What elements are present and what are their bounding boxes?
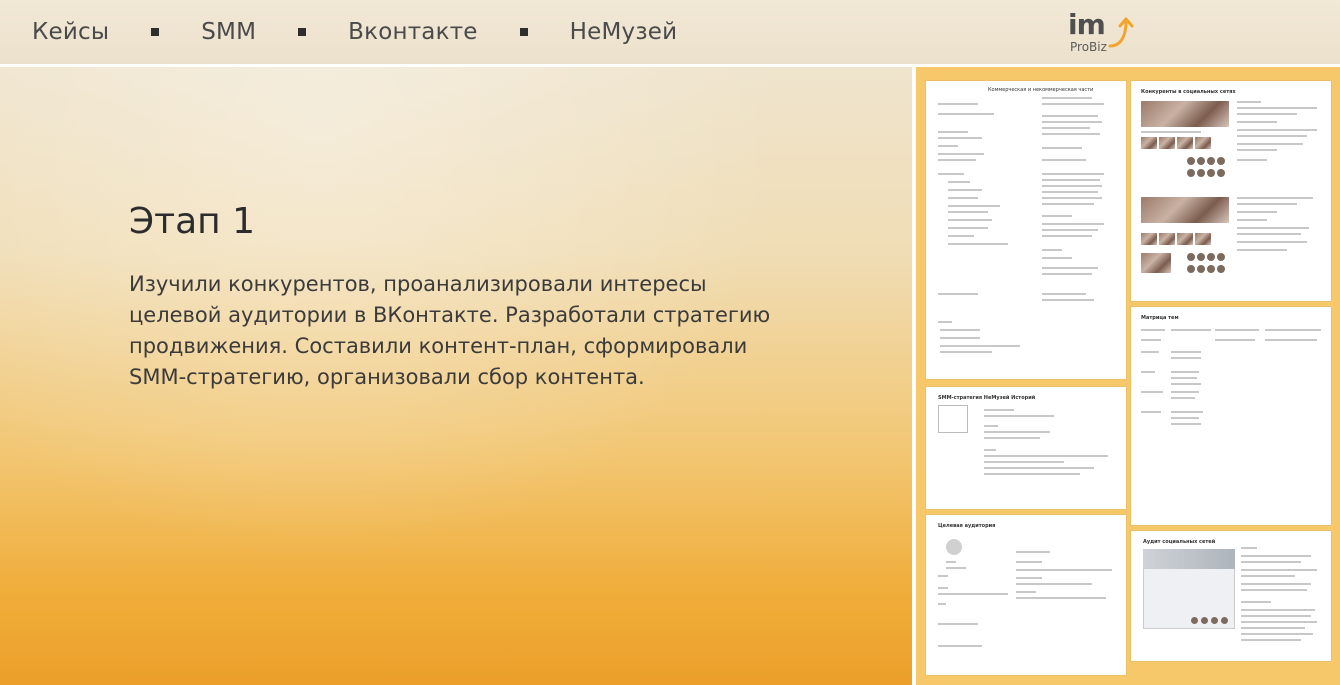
breadcrumb-item-nemuzey[interactable]: НеМузей	[570, 19, 678, 45]
breadcrumb-separator-icon	[151, 28, 160, 36]
stage-description: Изучили конкурентов, проанализировали ин…	[129, 272, 771, 389]
doc-heading: Аудит социальных сетей	[1143, 539, 1216, 545]
doc-thumbnail-target-audience[interactable]: Целевая аудитория	[926, 515, 1126, 675]
doc-heading: Конкуренты в социальных сетях	[1141, 89, 1236, 95]
breadcrumb-separator-icon	[519, 28, 528, 36]
breadcrumb-item-cases[interactable]: Кейсы	[32, 19, 109, 45]
breadcrumb-separator-icon	[298, 28, 307, 36]
doc-thumbnail-topic-matrix[interactable]: Матрица тем	[1131, 307, 1331, 525]
growth-arrow-icon	[1108, 17, 1134, 48]
doc-thumbnail-social-audit[interactable]: Аудит социальных сетей	[1131, 531, 1331, 661]
stage-description-panel: Этап 1 Изучили конкурентов, проанализиро…	[0, 67, 912, 685]
probiz-logo[interactable]: im ProBiz	[1066, 8, 1136, 56]
breadcrumb-item-vkontakte[interactable]: Вконтакте	[348, 19, 478, 45]
doc-thumbnail-commercial-parts[interactable]: Коммерческая и некоммерческая части	[926, 81, 1126, 379]
breadcrumb-item-smm[interactable]: SMM	[201, 19, 256, 45]
doc-thumbnail-smm-strategy[interactable]: SMM-стратегия НеМузей Историй	[926, 387, 1126, 509]
doc-heading: SMM-стратегия НеМузей Историй	[938, 395, 1036, 401]
top-navigation-bar: Кейсы SMM Вконтакте НеМузей im ProBiz	[0, 0, 1340, 64]
documents-gallery: Коммерческая и некоммерческая части Конк…	[916, 67, 1340, 685]
doc-heading: Целевая аудитория	[938, 523, 996, 529]
logo-mark: im	[1068, 8, 1106, 41]
doc-thumbnail-competitors[interactable]: Конкуренты в социальных сетях	[1131, 81, 1331, 301]
stage-title: Этап 1	[129, 201, 256, 242]
breadcrumb: Кейсы SMM Вконтакте НеМузей	[0, 19, 677, 45]
doc-heading: Матрица тем	[1141, 315, 1179, 321]
doc-heading: Коммерческая и некоммерческая части	[988, 87, 1094, 93]
logo-subtitle: ProBiz	[1070, 40, 1107, 54]
